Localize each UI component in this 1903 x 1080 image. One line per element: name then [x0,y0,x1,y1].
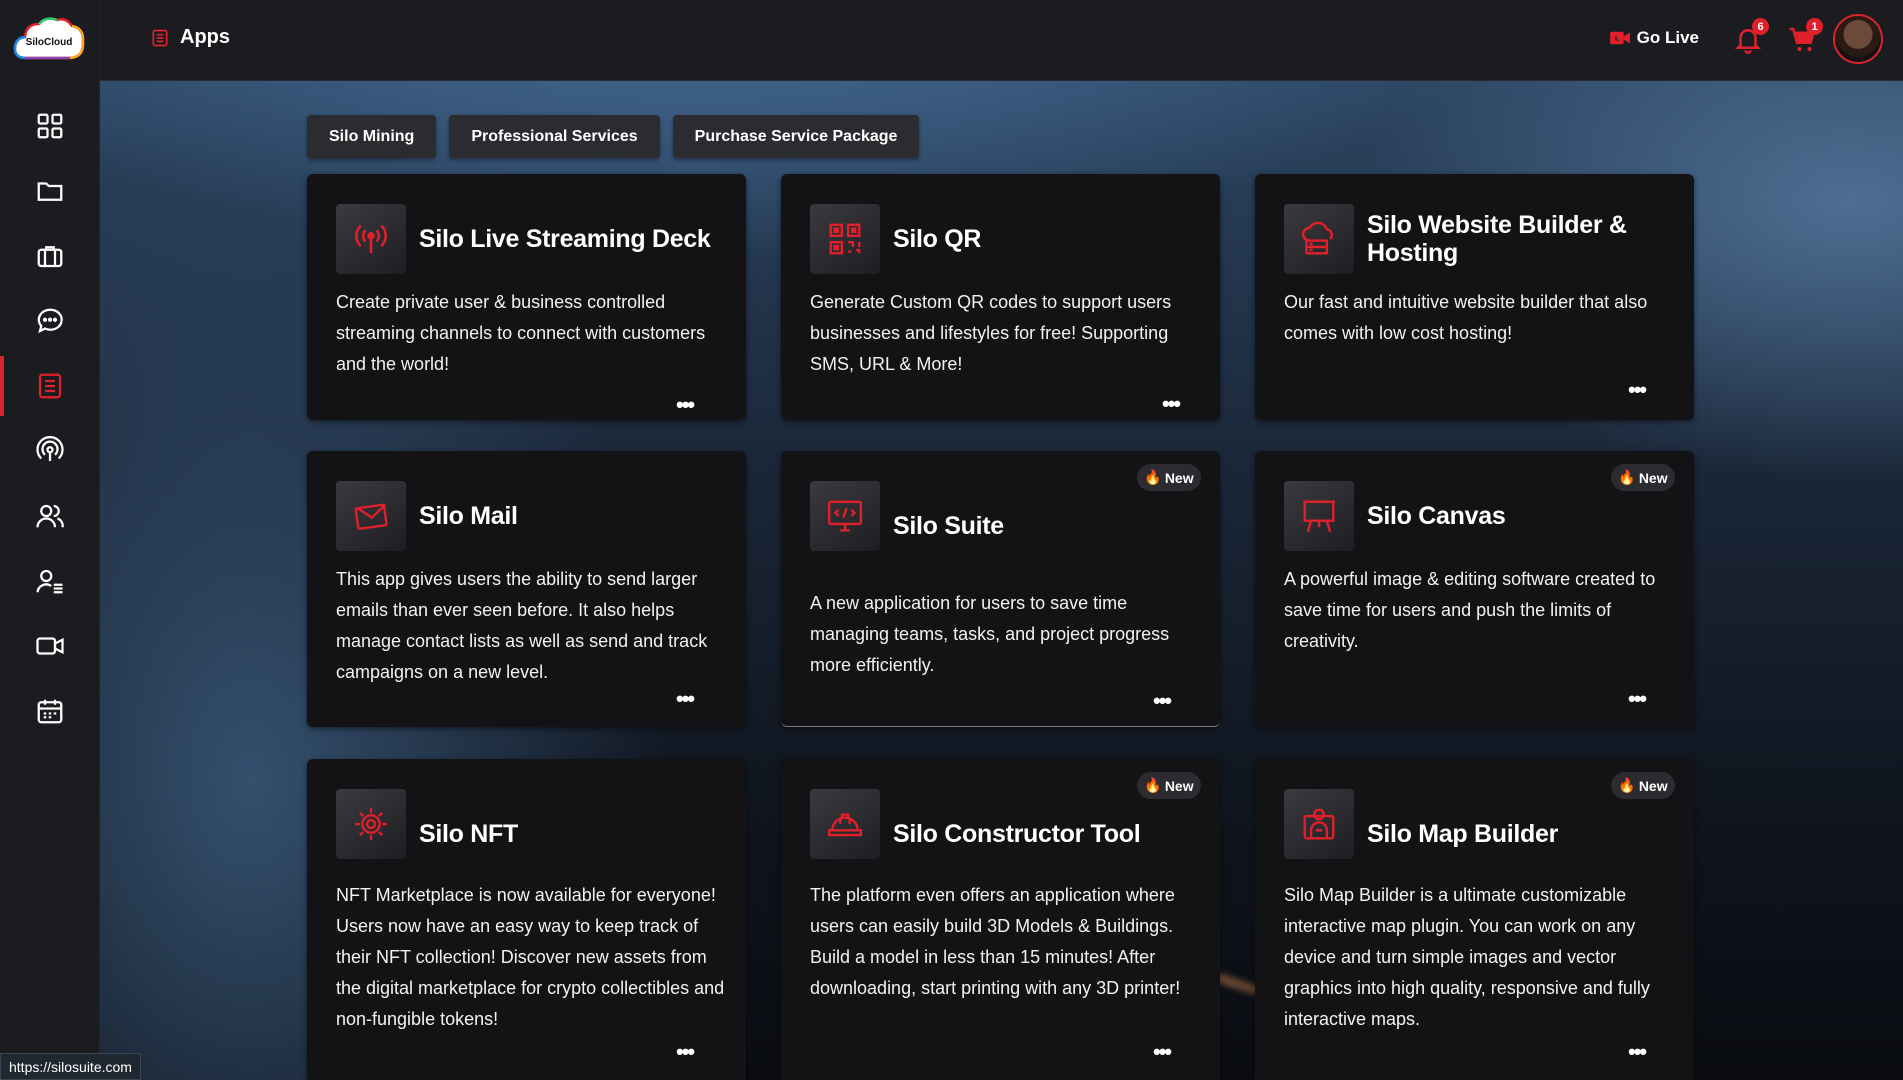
sidebar-item-files[interactable] [0,165,100,217]
more-options-button[interactable]: ••• [1153,690,1172,712]
notifications-button[interactable]: 6 [1733,18,1769,54]
qr-code-icon [810,204,880,274]
sidebar-item-chat[interactable] [0,295,100,347]
sidebar-item-video[interactable] [0,620,100,672]
more-options-button[interactable]: ••• [1628,1041,1647,1063]
tab-professional-services[interactable]: Professional Services [449,115,660,158]
tab-purchase-service-package[interactable]: Purchase Service Package [672,115,920,158]
new-badge-label: New [1638,469,1668,486]
fire-icon: 🔥 [1144,777,1162,793]
new-badge-label: New [1164,469,1194,486]
fire-icon: 🔥 [1618,469,1636,485]
card-description: This app gives users the ability to send… [336,569,708,682]
list-icon [38,373,62,399]
podcast-icon [36,436,64,461]
cart-count-badge: 1 [1806,18,1823,35]
card-title: Silo QR [893,225,982,253]
card-title: Silo Live Streaming Deck [419,225,711,253]
sidebar-item-contacts[interactable] [0,555,100,607]
top-header: Apps L Go Live 6 1 [100,0,1903,81]
video-icon [36,637,64,655]
new-badge-label: New [1638,777,1668,794]
silocloud-logo[interactable]: SiloCloud [12,14,86,66]
card-title: Silo Canvas [1367,502,1506,530]
new-badge: 🔥 New [1611,772,1675,799]
briefcase-icon [37,246,63,268]
app-card-silo-qr[interactable]: Silo QR Generate Custom QR codes to supp… [781,174,1220,420]
chat-icon [37,308,63,334]
sidebar-item-calendar[interactable] [0,685,100,737]
apps-list-icon [152,29,168,46]
app-card-map-builder[interactable]: 🔥 New Silo Map Builder Silo Map Builder i… [1255,759,1694,1080]
card-title: Silo Website Builder & Hosting [1367,211,1627,267]
more-options-button[interactable]: ••• [676,394,695,416]
card-title: Silo Constructor Tool [893,820,1141,848]
card-title: Silo NFT [419,820,518,848]
user-avatar[interactable] [1833,14,1883,64]
map-person-icon [1284,789,1354,859]
app-card-live-streaming-deck[interactable]: Silo Live Streaming Deck Create private … [307,174,746,420]
more-options-button[interactable]: ••• [1162,393,1181,415]
status-bar-url: https://silosuite.com [0,1053,141,1080]
new-badge: 🔥 New [1137,464,1201,491]
more-options-button[interactable]: ••• [1628,379,1647,401]
sidebar-item-streaming[interactable] [0,425,100,477]
app-card-silo-mail[interactable]: Silo Mail This app gives users the abili… [307,451,746,727]
more-options-button[interactable]: ••• [1153,1041,1172,1063]
more-options-button[interactable]: ••• [676,1041,695,1063]
app-card-silo-nft[interactable]: Silo NFT NFT Marketplace is now availabl… [307,759,746,1080]
card-description: Generate Custom QR codes to support user… [810,292,1172,374]
card-description: A powerful image & editing software crea… [1284,569,1656,651]
grid-icon [37,113,63,139]
tab-silo-mining[interactable]: Silo Mining [307,115,437,158]
app-card-website-builder[interactable]: Silo Website Builder & Hosting Our fast … [1255,174,1694,420]
new-badge: 🔥 New [1137,772,1201,799]
svg-text:L: L [1614,36,1618,43]
sidebar-item-dashboard[interactable] [0,100,100,152]
card-description: NFT Marketplace is now available for eve… [336,885,725,1029]
go-live-button[interactable]: L Go Live [1609,28,1699,48]
cloud-server-icon [1284,204,1354,274]
fire-icon: 🔥 [1618,777,1636,793]
more-options-button[interactable]: ••• [676,688,695,710]
camera-live-icon: L [1609,31,1630,45]
fire-icon: 🔥 [1144,469,1162,485]
cart-button[interactable]: 1 [1787,18,1823,54]
card-title: Silo Map Builder [1367,820,1559,848]
app-card-silo-canvas[interactable]: 🔥 New Silo Canvas A powerful image & edit… [1255,451,1694,727]
user-list-icon [36,569,63,594]
more-options-button[interactable]: ••• [1628,688,1647,710]
page-title: Apps [150,26,230,49]
card-description: Create private user & business controlle… [336,292,706,374]
folder-icon [37,182,63,201]
page-title-text: Apps [180,26,230,48]
category-tabs: Silo Mining Professional Services Purcha… [307,115,920,158]
app-card-constructor-tool[interactable]: 🔥 New Silo Constructor Tool The platform … [781,759,1220,1080]
sidebar-item-business[interactable] [0,230,100,282]
sidebar: SiloCloud [0,0,100,1080]
users-icon [36,504,64,528]
gear-chip-icon [336,789,406,859]
go-live-label: Go Live [1636,28,1699,47]
card-description: Silo Map Builder is a ultimate customiza… [1284,885,1650,1029]
apps-main-area: Silo Mining Professional Services Purcha… [100,81,1903,1080]
mail-icon [336,481,406,551]
notification-count-badge: 6 [1752,18,1769,35]
card-title: Silo Mail [419,502,518,530]
card-description: A new application for users to save time… [810,593,1170,675]
sidebar-item-apps[interactable] [0,356,100,416]
card-title: Silo Suite [893,512,1004,540]
monitor-code-icon [810,481,880,551]
broadcast-icon [336,204,406,274]
new-badge: 🔥 New [1611,464,1675,491]
app-card-silo-suite[interactable]: 🔥 New Silo Suite A new application for us… [781,451,1220,727]
sidebar-item-users[interactable] [0,490,100,542]
card-description: The platform even offers an application … [810,885,1181,998]
easel-icon [1284,481,1354,551]
logo-text: SiloCloud [25,37,73,48]
calendar-icon [37,699,63,724]
new-badge-label: New [1164,777,1194,794]
hardhat-icon [810,789,880,859]
card-description: Our fast and intuitive website builder t… [1284,292,1648,343]
